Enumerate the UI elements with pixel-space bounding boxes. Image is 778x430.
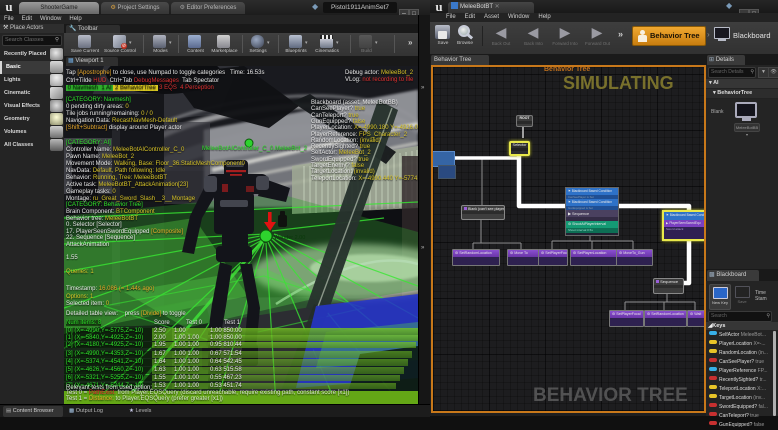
svg-text:Wander 2.00: Wander 2.00 — [274, 235, 305, 241]
